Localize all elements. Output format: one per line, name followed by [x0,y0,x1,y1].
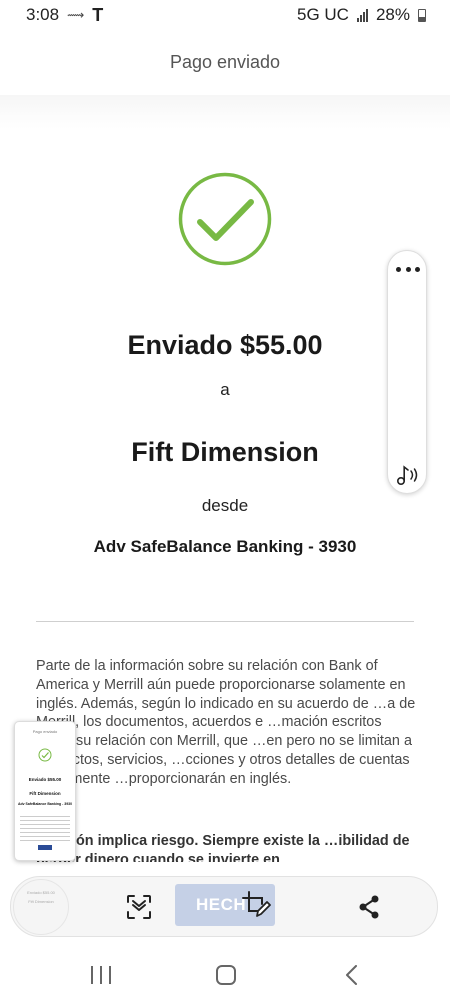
crop-edit-icon[interactable] [241,890,271,920]
thumbnail-title: Pago enviado [32,729,58,734]
investment-risk-disclosure: …ersión implica riesgo. Siempre existe l… [36,833,410,862]
wifi-calling-icon: ⟿ [67,8,85,22]
thumbnail-account: Adv SafeBalance Banking - 3930 [17,802,73,806]
page-title: Pago enviado [169,52,281,72]
to-label: a [220,380,230,399]
from-label: desde [201,496,249,515]
share-icon[interactable] [357,894,381,920]
thumbnail-button [38,845,52,850]
source-account: Adv SafeBalance Banking - 3930 [93,537,357,556]
ghost-preview: Enviado $55.00 Fift Dimension [13,879,69,935]
ghost-preview-amount: Enviado $55.00 [27,890,55,895]
status-left: 3:08 ⟿ T [26,5,103,26]
header-shadow [0,95,450,129]
divider [36,621,414,622]
screenshot-thumbnail[interactable]: Pago enviado Enviado $55.00 Fift Dimensi… [14,721,76,861]
screenshot-toolbar: Enviado $55.00 Fift Dimension HECH [10,876,438,937]
music-note-icon[interactable] [393,463,421,487]
signal-icon [356,8,368,22]
smart-select-icon[interactable] [126,894,152,920]
battery-icon [418,8,426,22]
sent-amount: Enviado $55.00 [127,330,323,360]
thumbnail-amount: Enviado $55.00 [28,777,62,782]
recipient-name: Fift Dimension [131,437,319,467]
thumbnail-text-lines [20,816,70,841]
status-bar: 3:08 ⟿ T 5G UC 28% [0,0,450,30]
home-icon[interactable] [216,965,236,985]
network-indicator: 5G UC [297,5,349,24]
edge-side-panel[interactable] [387,250,427,494]
carrier-logo-icon: T [92,4,104,25]
status-time: 3:08 [26,5,60,24]
recent-apps-icon[interactable] [91,966,111,984]
ghost-preview-recipient: Fift Dimension [28,899,54,904]
more-horizontal-icon[interactable] [396,263,420,275]
battery-percent: 28% [375,5,410,24]
status-right: 5G UC 28% [297,5,426,25]
navigation-bar [0,945,450,1005]
check-circle-icon [178,172,272,266]
app-header: Pago enviado [0,30,450,95]
back-icon[interactable] [344,965,360,985]
thumbnail-check-icon [38,748,52,762]
thumbnail-recipient: Fift Dimension [29,791,61,796]
language-disclosure: Parte de la información sobre su relació… [36,658,416,787]
